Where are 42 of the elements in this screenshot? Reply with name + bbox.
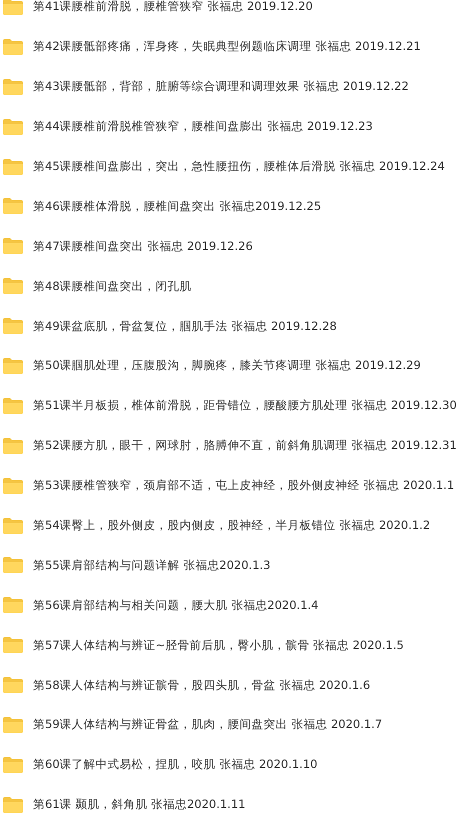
folder-icon: [3, 796, 23, 813]
folder-name[interactable]: 第50课腘肌处理，压腹股沟，脚腕疼，膝关节疼调理 张福忠 2019.12.29: [33, 358, 421, 374]
folder-icon: [3, 198, 23, 214]
folder-icon: [3, 78, 23, 95]
folder-name[interactable]: 第57课人体结构与辨证~胫骨前后肌，臀小肌，髌骨 张福忠 2020.1.5: [33, 638, 404, 653]
folder-name[interactable]: 第53课腰椎管狭窄，颈肩部不适，屯上皮神经，股外侧皮神经 张福忠 2020.1.1: [33, 478, 454, 494]
folder-name[interactable]: 第41课腰椎前滑脱，腰椎管狭窄 张福忠 2019.12.20: [33, 0, 313, 14]
folder-icon: [3, 756, 23, 773]
folder-name[interactable]: 第45课腰椎间盘膨出，突出，急性腰扭伤，腰椎体后滑脱 张福忠 2019.12.24: [33, 159, 445, 174]
folder-name[interactable]: 第56课肩部结构与相关问题，腰大肌 张福忠2020.1.4: [33, 598, 318, 613]
folder-icon: [3, 238, 23, 254]
folder-name[interactable]: 第42课腰骶部疼痛，浑身疼，失眠典型例题临床调理 张福忠 2019.12.21: [33, 39, 421, 54]
folder-icon: [3, 398, 23, 414]
folder-name[interactable]: 第44课腰椎前滑脱椎管狭窄，腰椎间盘膨出 张福忠 2019.12.23: [33, 119, 373, 134]
folder-icon: [3, 358, 23, 374]
folder-icon: [3, 597, 23, 614]
folder-icon: [3, 278, 23, 294]
folder-icon: [3, 557, 23, 574]
folder-icon: [3, 518, 23, 534]
folder-icon: [3, 716, 23, 733]
folder-name[interactable]: 第59课人体结构与辨证骨盆，肌肉，腰间盘突出 张福忠 2020.1.7: [33, 717, 382, 732]
folder-name[interactable]: 第52课腰方肌，眼干，网球肘，胳膊伸不直，前斜角肌调理 张福忠 2019.12.31: [33, 438, 457, 454]
folder-icon: [3, 438, 23, 454]
folder-name[interactable]: 第46课腰椎体滑脱，腰椎间盘突出 张福忠2019.12.25: [33, 198, 322, 214]
folder-name[interactable]: 第54课臀上，股外侧皮，股内侧皮，股神经，半月板错位 张福忠 2020.1.2: [33, 518, 430, 534]
folder-name[interactable]: 第58课人体结构与辨证髌骨，股四头肌，骨盆 张福忠 2020.1.6: [33, 678, 370, 693]
folder-icon: [3, 478, 23, 494]
folder-name[interactable]: 第43课腰骶部，背部，脏腑等综合调理和调理效果 张福忠 2019.12.22: [33, 79, 409, 94]
folder-icon: [3, 637, 23, 654]
folder-icon: [3, 0, 23, 15]
folder-icon: [3, 318, 23, 334]
folder-name[interactable]: 第49课盆底肌，骨盆复位，腘肌手法 张福忠 2019.12.28: [33, 318, 337, 334]
folder-name[interactable]: 第47课腰椎间盘突出 张福忠 2019.12.26: [33, 238, 253, 254]
folder-name[interactable]: 第60课了解中式易松，捏肌，咬肌 张福忠 2020.1.10: [33, 757, 318, 772]
folder-name[interactable]: 第51课半月板损，椎体前滑脱，距骨错位，腰酸腰方肌处理 张福忠 2019.12.30: [33, 398, 457, 414]
folder-name[interactable]: 第55课肩部结构与问题详解 张福忠2020.1.3: [33, 558, 270, 573]
folder-icon: [3, 38, 23, 55]
folder-name[interactable]: 第61课 颞肌，斜角肌 张福忠2020.1.11: [33, 797, 246, 812]
folder-icon: [3, 118, 23, 135]
folder-icon: [3, 158, 23, 174]
folder-icon: [3, 677, 23, 694]
folder-name[interactable]: 第48课腰椎间盘突出，闭孔肌: [33, 278, 192, 294]
